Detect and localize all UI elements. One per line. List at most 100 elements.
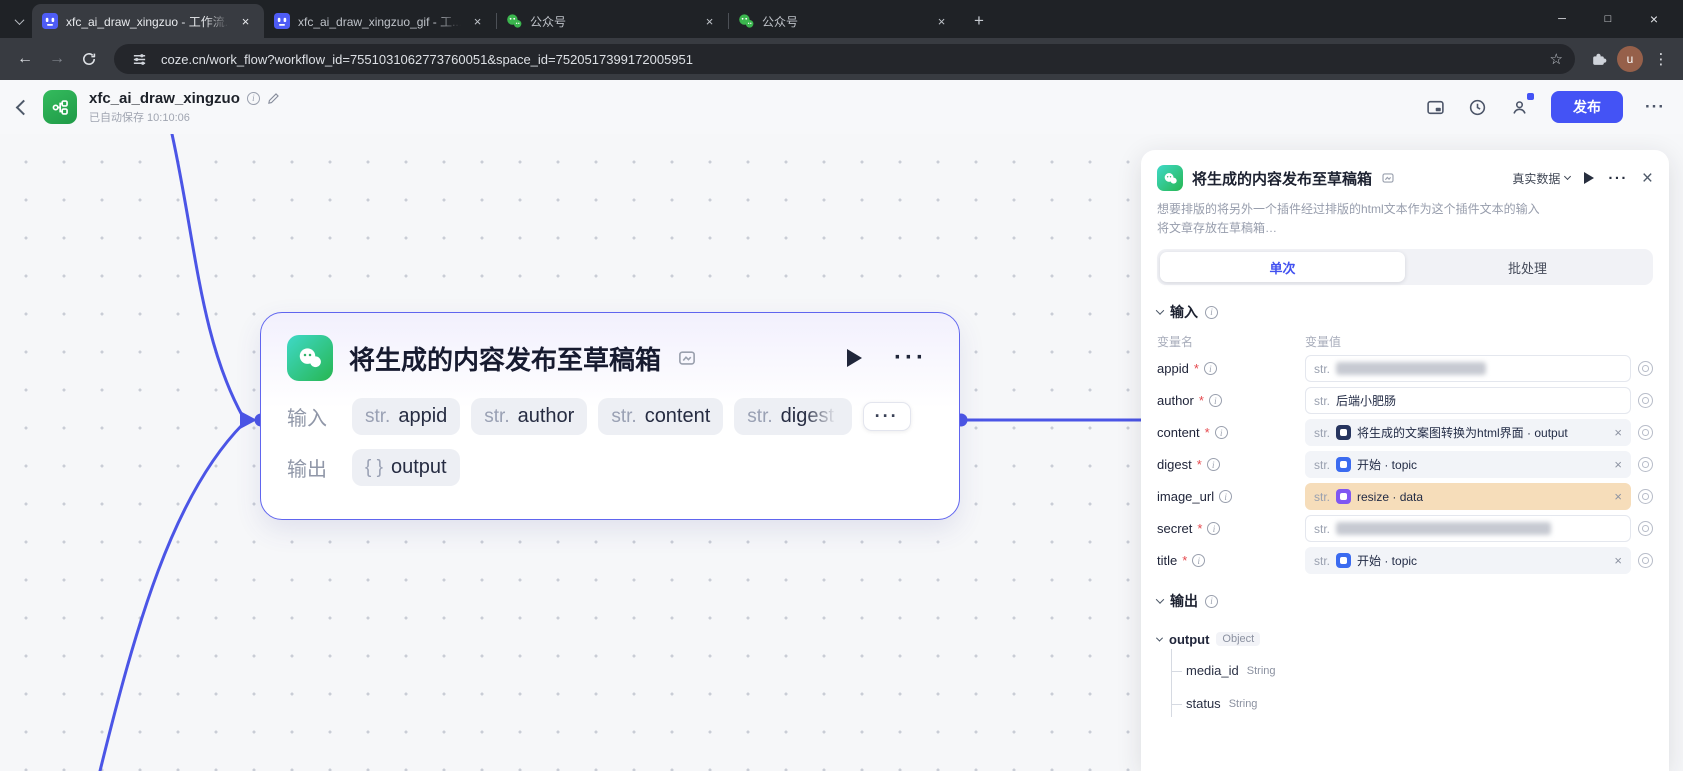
tab-close-icon[interactable]: × [933,13,950,30]
panel-run-button[interactable] [1584,172,1594,184]
window-minimize-button[interactable]: ─ [1539,0,1585,38]
node-input-row: 输入 str.appid str.author str.content str.… [287,398,933,435]
output-root-type: Object [1216,632,1260,646]
data-mode-dropdown[interactable]: 真实数据 [1512,170,1570,187]
collaboration-icon[interactable] [1509,97,1529,117]
param-name: digest [1157,457,1192,472]
required-asterisk: * [1194,361,1199,376]
workflow-header: xfc_ai_draw_xingzuo i 已自动保存 10:10:06 发布 … [0,80,1683,134]
info-icon[interactable]: i [1209,394,1222,407]
value-mode-icon[interactable] [1638,457,1653,472]
value-type: str. [1314,394,1330,408]
param-name: title [1157,553,1177,568]
value-type: str. [1314,458,1330,472]
back-button[interactable]: ← [10,44,40,74]
info-icon[interactable]: i [1215,426,1228,439]
value-input-image-url[interactable]: str. resize · data× [1305,483,1631,510]
html-node-icon [1336,425,1351,440]
tab-batch-run[interactable]: 批处理 [1405,252,1650,282]
value-mode-icon[interactable] [1638,521,1653,536]
extensions-puzzle-icon[interactable] [1585,46,1611,72]
value-input-author[interactable]: str.后端小肥肠 [1305,387,1631,414]
output-section-header: 输出 i [1157,591,1653,611]
remove-reference-icon[interactable]: × [1610,553,1622,568]
start-node-icon [1336,553,1351,568]
value-input-title[interactable]: str. 开始 · topic× [1305,547,1631,574]
info-icon[interactable]: i [247,92,260,105]
chevron-down-icon[interactable] [1156,307,1164,315]
reload-icon [81,51,97,67]
tab-close-icon[interactable]: × [701,13,718,30]
tab-title: xfc_ai_draw_xingzuo_gif - 工... [298,13,461,30]
window-close-button[interactable]: × [1631,0,1677,38]
chevron-down-icon[interactable] [1156,634,1163,641]
browser-toolbar: ← → coze.cn/work_flow?workflow_id=755103… [0,38,1683,80]
info-icon[interactable]: i [1205,306,1218,319]
new-tab-button[interactable]: + [964,7,994,35]
remove-reference-icon[interactable]: × [1610,457,1622,472]
window-maximize-button[interactable]: □ [1585,0,1631,38]
wechat-plugin-icon [1157,165,1183,191]
node-more-icon[interactable]: ··· [894,353,927,363]
history-icon[interactable] [1467,97,1487,117]
output-tree: output Object media_id String status Str… [1157,624,1653,720]
value-input-secret[interactable]: str. [1305,515,1631,542]
chevron-down-icon [14,15,24,25]
wechat-favicon-icon [738,13,754,29]
tab-search-chevron-icon[interactable] [6,4,32,38]
value-input-digest[interactable]: str. 开始 · topic× [1305,451,1631,478]
node-run-button[interactable] [847,349,862,367]
value-mode-icon[interactable] [1638,393,1653,408]
node-output-label: 输出 [287,453,341,482]
info-icon[interactable]: i [1192,554,1205,567]
info-icon[interactable]: i [1219,490,1232,503]
required-asterisk: * [1205,425,1210,440]
autosave-status: 已自动保存 10:10:06 [89,109,280,125]
workflow-titleblock: xfc_ai_draw_xingzuo i 已自动保存 10:10:06 [89,90,280,125]
browser-profile-avatar[interactable]: u [1617,46,1643,72]
back-chevron-icon[interactable] [16,99,32,115]
tab-close-icon[interactable]: × [237,13,254,30]
tab-wechat-mp-1[interactable]: 公众号 × [496,4,728,38]
edit-pencil-icon[interactable] [267,92,280,105]
col-variable-value: 变量值 [1305,333,1341,350]
more-inputs-button[interactable]: ··· [863,402,911,431]
tab-wechat-mp-2[interactable]: 公众号 × [728,4,960,38]
browser-menu-icon[interactable]: ⋮ [1649,50,1673,68]
value-input-appid[interactable]: str. [1305,355,1631,382]
info-icon[interactable]: i [1207,522,1220,535]
remove-reference-icon[interactable]: × [1610,425,1622,440]
remove-reference-icon[interactable]: × [1610,489,1622,504]
tab-workflow[interactable]: xfc_ai_draw_xingzuo - 工作流... × [32,4,264,38]
forward-button[interactable]: → [42,44,72,74]
info-icon[interactable]: i [1204,362,1217,375]
node-output-row: 输出 { }output [287,449,933,486]
chevron-down-icon[interactable] [1156,596,1164,604]
panel-more-icon[interactable]: ··· [1608,170,1628,187]
tab-close-icon[interactable]: × [469,13,486,30]
publish-button[interactable]: 发布 [1551,91,1623,123]
value-input-content[interactable]: str. 将生成的文案图转换为html界面 · output× [1305,419,1631,446]
param-row-author: author*i str.后端小肥肠 [1157,387,1653,414]
site-settings-icon[interactable] [126,46,152,72]
workflow-canvas[interactable]: 将生成的内容发布至草稿箱 ··· 输入 str.appid str.author… [0,134,1683,771]
param-name: secret [1157,521,1192,536]
header-more-icon[interactable]: ··· [1645,97,1665,117]
address-bar[interactable]: coze.cn/work_flow?workflow_id=7551031062… [114,44,1575,74]
required-asterisk: * [1197,457,1202,472]
value-mode-icon[interactable] [1638,553,1653,568]
reload-button[interactable] [74,44,104,74]
notification-badge [1527,93,1534,100]
info-icon[interactable]: i [1205,595,1218,608]
value-mode-icon[interactable] [1638,361,1653,376]
value-mode-icon[interactable] [1638,489,1653,504]
node-card-publish-draft[interactable]: 将生成的内容发布至草稿箱 ··· 输入 str.appid str.author… [260,312,960,520]
value-mode-icon[interactable] [1638,425,1653,440]
fit-view-icon[interactable] [1425,97,1445,117]
pill-name: digest [781,405,839,428]
tab-single-run[interactable]: 单次 [1160,252,1405,282]
info-icon[interactable]: i [1207,458,1220,471]
tab-workflow-gif[interactable]: xfc_ai_draw_xingzuo_gif - 工... × [264,4,496,38]
bookmark-star-icon[interactable]: ☆ [1550,50,1563,68]
panel-close-icon[interactable]: × [1642,169,1653,188]
